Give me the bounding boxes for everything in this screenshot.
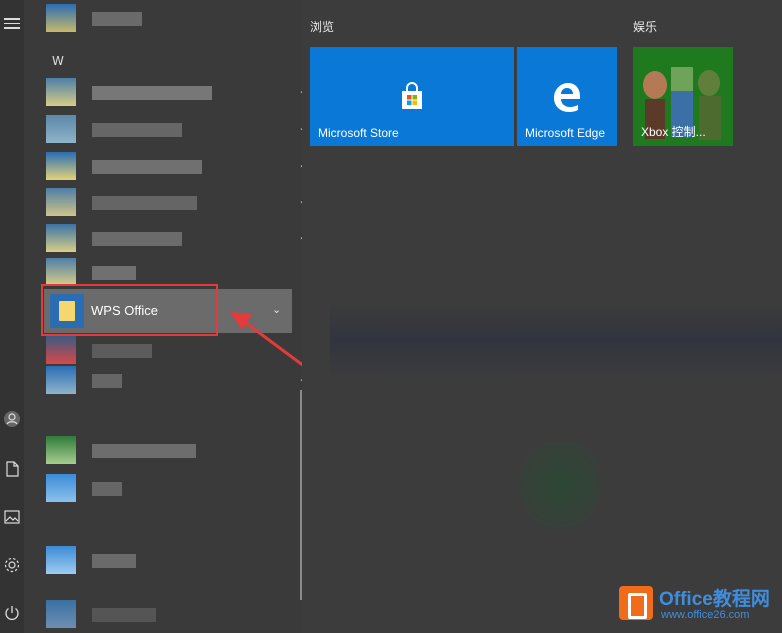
list-item[interactable] xyxy=(46,4,296,32)
power-icon[interactable] xyxy=(3,604,21,622)
menu-icon[interactable] xyxy=(4,18,20,30)
tile-group-title[interactable]: 浏览 xyxy=(310,18,334,35)
highlight-box xyxy=(41,284,218,336)
list-item[interactable]: ⌄ xyxy=(46,188,308,216)
watermark: Office教程网 www.office26.com xyxy=(615,580,780,630)
tile-microsoft-store[interactable]: Microsoft Store xyxy=(310,47,514,146)
tile-label: Microsoft Edge xyxy=(525,126,606,140)
list-item[interactable] xyxy=(46,436,296,464)
letter-header[interactable]: W xyxy=(52,54,64,68)
store-bag-icon xyxy=(402,82,422,109)
tile-group-title[interactable]: 娱乐 xyxy=(633,18,657,35)
list-item[interactable]: ⌄ xyxy=(46,152,308,180)
tile-microsoft-edge[interactable]: Microsoft Edge xyxy=(517,47,617,146)
settings-icon[interactable] xyxy=(3,556,21,574)
tiles-area: 浏览 娱乐 Microsoft Store Microsoft Edge Xbo xyxy=(302,0,782,633)
watermark-title: Office教程网 xyxy=(659,589,770,610)
list-item[interactable] xyxy=(46,474,296,502)
list-item[interactable] xyxy=(46,546,296,574)
background-blur xyxy=(520,440,600,530)
pictures-icon[interactable] xyxy=(3,508,21,526)
office-logo-icon xyxy=(619,586,653,620)
list-item[interactable]: ⌄ xyxy=(46,78,308,106)
user-icon[interactable] xyxy=(3,410,21,428)
list-item[interactable]: ⌄ xyxy=(46,224,308,252)
list-item[interactable]: ⌄ xyxy=(46,115,308,143)
document-icon[interactable] xyxy=(3,460,21,478)
tile-label: Xbox 控制... xyxy=(641,125,706,139)
left-rail xyxy=(0,0,24,633)
background-blur xyxy=(330,300,782,380)
watermark-url: www.office26.com xyxy=(661,609,750,621)
tile-label: Microsoft Store xyxy=(318,126,399,140)
tile-xbox-console[interactable]: Xbox 控制... xyxy=(633,47,733,146)
list-item[interactable] xyxy=(46,258,296,286)
edge-icon xyxy=(554,83,580,112)
list-item[interactable] xyxy=(46,600,296,628)
